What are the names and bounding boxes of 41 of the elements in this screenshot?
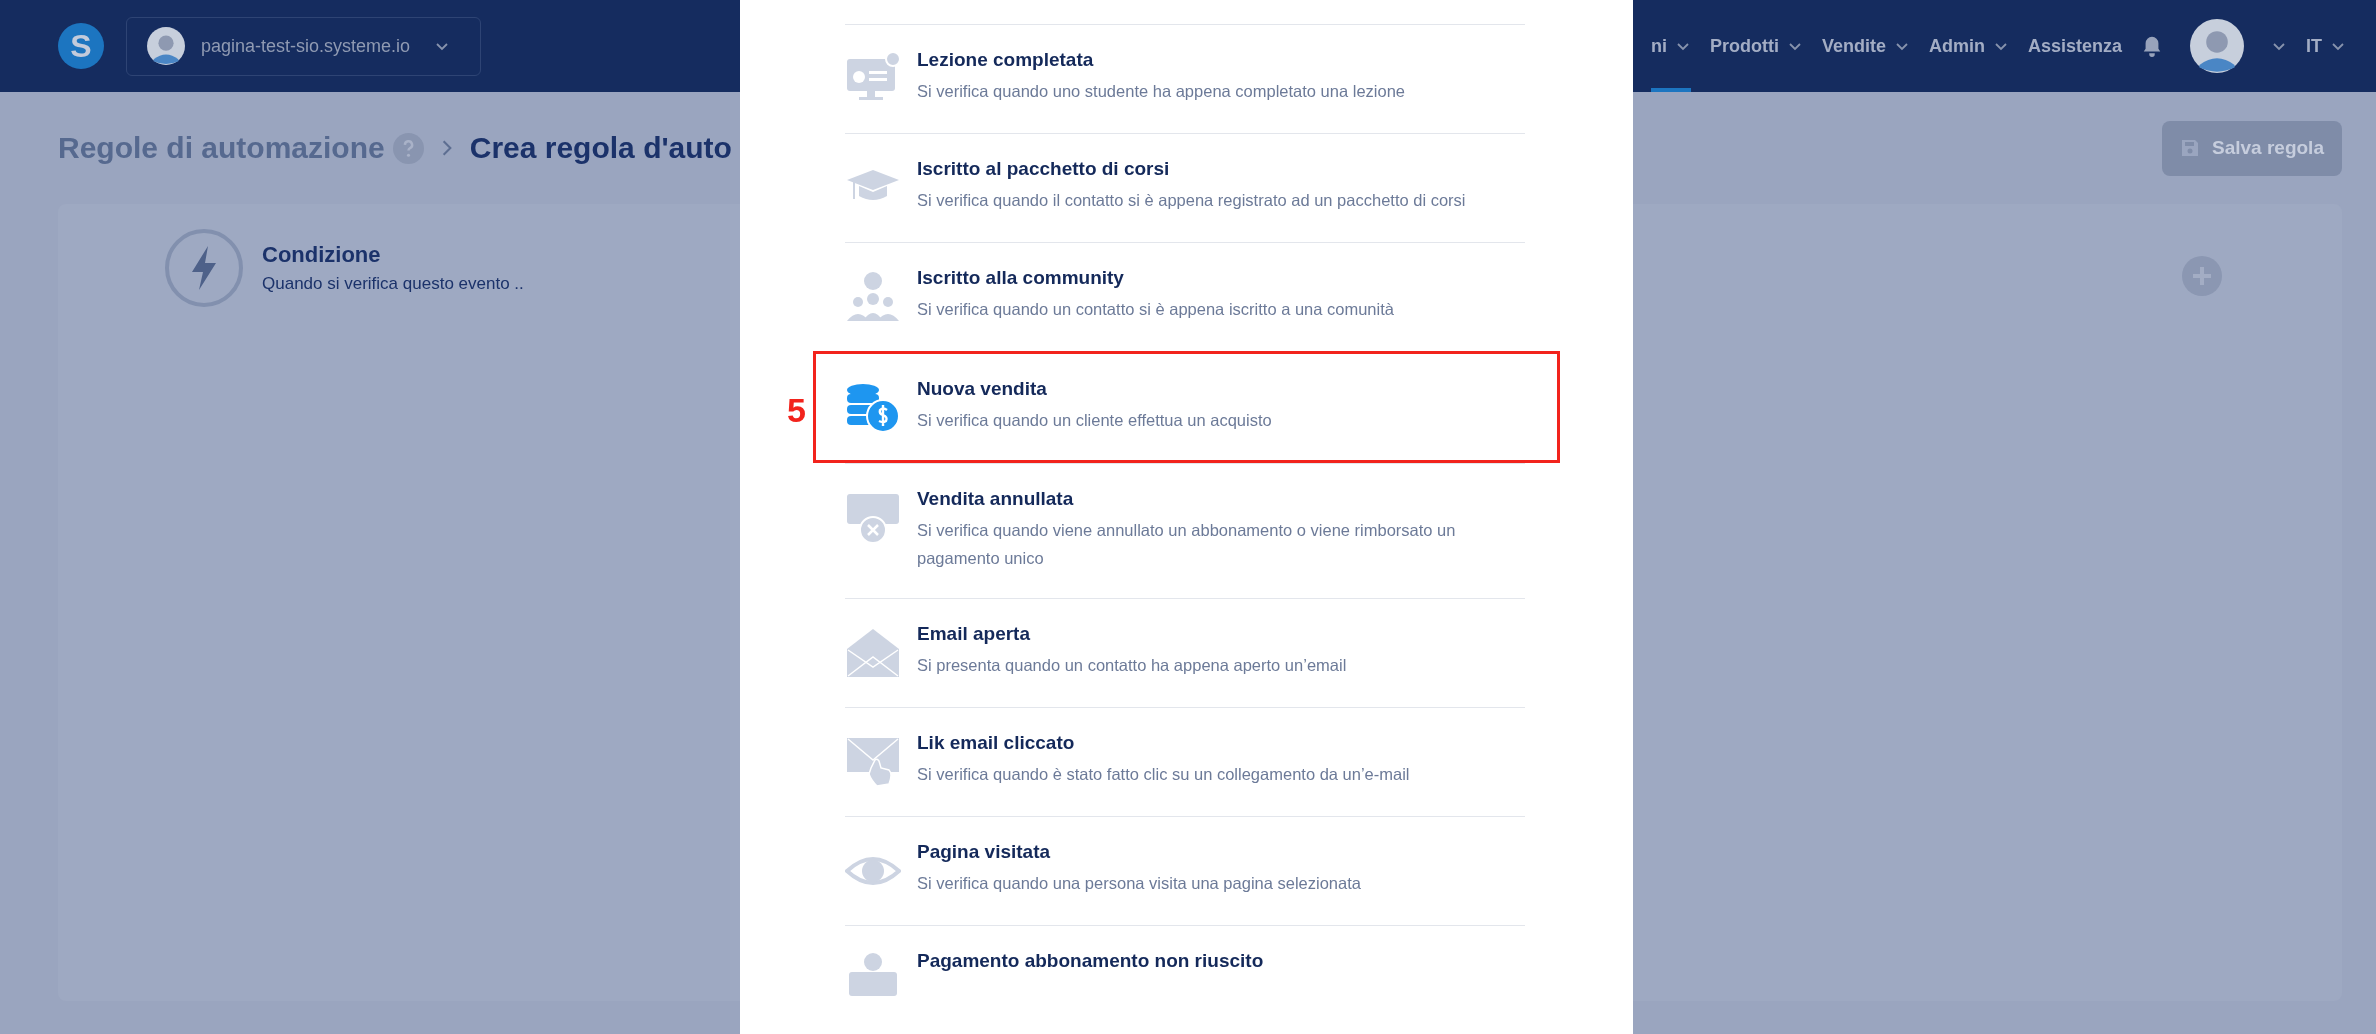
nav-menu-item[interactable]: Vendite: [1821, 0, 1910, 92]
event-option[interactable]: Email aperta Si presenta quando un contatto ha appena aperto un’email: [845, 598, 1525, 707]
event-option[interactable]: Nuova vendita Si verifica quando un cliente effettua un acquisto: [813, 351, 1560, 463]
event-option[interactable]: Iscritto al pacchetto di corsi Si verifica quando il contatto si è appena registrato ad un pacchetto di corsi: [845, 133, 1525, 242]
event-description: Si verifica quando una persona visita una pagina selezionata: [917, 873, 1361, 894]
lightning-icon[interactable]: [164, 228, 244, 308]
condition-title: Condizione: [262, 242, 382, 268]
event-description: Si verifica quando un contatto si è appena iscritto a una comunità: [917, 299, 1394, 320]
event-title: Lik email cliccato: [917, 731, 1076, 755]
event-description: Si verifica quando viene annullato un abbonamento o viene rimborsato un pagamento unico: [917, 520, 1457, 569]
save-icon: [2180, 138, 2200, 158]
callout-number: 5: [787, 391, 806, 430]
event-title: Lezione completata: [917, 48, 1095, 72]
language-menu[interactable]: IT: [2306, 0, 2346, 92]
condition-subtitle: Quando si verifica questo evento ..: [262, 274, 524, 294]
avatar-icon: [147, 27, 185, 65]
nav-menu-item[interactable]: Prodotti: [1709, 0, 1803, 92]
nav-menu-item[interactable]: Admin: [1928, 0, 2009, 92]
event-option[interactable]: Iscritto alla community Si verifica quando un contatto si è appena iscritto a una comunità: [845, 242, 1525, 351]
event-description: Si verifica quando uno studente ha appena completato una lezione: [917, 81, 1406, 102]
event-title: Pagamento abbonamento non riuscito: [917, 949, 1264, 973]
event-option[interactable]: Pagina visitata Si verifica quando una persona visita una pagina selezionata: [845, 816, 1525, 925]
event-option[interactable]: Vendita annullata Si verifica quando viene annullato un abbonamento o viene rimborsato un pagamento unico: [845, 463, 1525, 598]
nav-menu-item[interactable]: ni: [1650, 0, 1691, 92]
event-option[interactable]: Pagamento abbonamento non riuscito: [845, 925, 1525, 1034]
event-title: Iscritto alla community: [917, 266, 1125, 290]
event-title: Pagina visitata: [917, 840, 1052, 864]
event-description: Si presenta quando un contatto ha appena aperto un’email: [917, 655, 1347, 676]
event-title: Nuova vendita: [917, 377, 1048, 401]
event-title: Vendita annullata: [917, 487, 1075, 511]
event-title: Iscritto al pacchetto di corsi: [917, 157, 1171, 181]
page-title: Crea regola d'auto: [469, 131, 732, 165]
avatar-icon[interactable]: [2190, 19, 2244, 73]
event-option[interactable]: Lik email cliccato Si verifica quando è stato fatto clic su un collegamento da un’e-mail: [845, 707, 1525, 816]
nav-menu-item[interactable]: Assistenza: [2027, 0, 2122, 92]
event-title: Email aperta: [917, 622, 1031, 646]
event-description: Si verifica quando un cliente effettua un acquisto: [917, 410, 1272, 431]
site-selector[interactable]: pagina-test-sio.systeme.io: [126, 16, 481, 76]
event-description: Si verifica quando il contatto si è appena registrato ad un pacchetto di corsi: [917, 190, 1466, 211]
event-description: Si verifica quando è stato fatto clic su un collegamento da un’e-mail: [917, 764, 1410, 785]
event-option[interactable]: Lezione completata Si verifica quando uno studente ha appena completato una lezione: [845, 24, 1525, 133]
